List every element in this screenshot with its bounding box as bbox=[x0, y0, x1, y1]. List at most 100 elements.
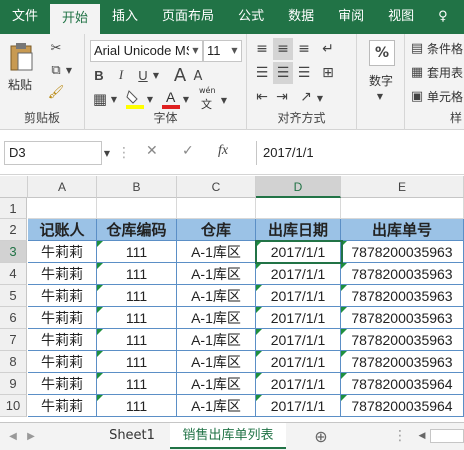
column-header-e[interactable]: E bbox=[341, 176, 464, 198]
tab-formulas[interactable]: 公式 bbox=[226, 0, 276, 34]
table-cell[interactable]: A-1库区 bbox=[177, 263, 256, 285]
table-cell[interactable]: 7878200035964 bbox=[341, 395, 464, 417]
table-header-cell[interactable]: 出库单号 bbox=[341, 219, 464, 241]
table-cell[interactable]: 7878200035963 bbox=[341, 263, 464, 285]
table-cell[interactable]: 2017/1/1 bbox=[256, 285, 341, 307]
table-cell[interactable]: A-1库区 bbox=[177, 373, 256, 395]
column-header-d[interactable]: D bbox=[256, 176, 341, 198]
font-name-input[interactable]: Arial Unicode MS bbox=[90, 40, 190, 62]
insert-function-icon[interactable]: fx bbox=[218, 143, 228, 159]
tab-page-layout[interactable]: 页面布局 bbox=[150, 0, 226, 34]
phonetic-guide-top[interactable]: wén bbox=[199, 86, 216, 95]
paste-button[interactable]: 粘贴 bbox=[8, 76, 32, 93]
chevron-down-icon[interactable]: ▼ bbox=[181, 90, 191, 108]
scroll-left-icon[interactable]: ◀ bbox=[416, 429, 428, 443]
add-sheet-icon[interactable]: ⊕ bbox=[310, 426, 332, 446]
format-as-table-button[interactable]: 套用表 bbox=[427, 64, 463, 81]
tab-tell-me[interactable]: ♀ bbox=[426, 0, 460, 34]
align-right-icon[interactable]: ☰ bbox=[295, 64, 313, 82]
grid-cell[interactable] bbox=[341, 198, 464, 219]
paste-icon[interactable] bbox=[6, 40, 36, 74]
table-cell[interactable]: A-1库区 bbox=[177, 241, 256, 263]
table-cell[interactable]: 2017/1/1 bbox=[256, 373, 341, 395]
align-left-icon[interactable]: ☰ bbox=[253, 64, 271, 82]
row-header-2[interactable]: 2 bbox=[0, 219, 27, 241]
table-header-cell[interactable]: 仓库 bbox=[177, 219, 256, 241]
grid-cell[interactable] bbox=[256, 198, 341, 219]
chevron-down-icon[interactable]: ▼ bbox=[315, 90, 325, 106]
table-cell[interactable]: 牛莉莉 bbox=[28, 285, 97, 307]
align-middle-icon[interactable]: ≡ bbox=[273, 38, 293, 60]
scroll-right-icon[interactable]: ▶ bbox=[24, 427, 38, 445]
row-header-3[interactable]: 3 bbox=[0, 241, 27, 263]
orientation-icon[interactable]: ↗ bbox=[297, 88, 315, 106]
scroll-left-icon[interactable]: ◀ bbox=[6, 427, 20, 445]
table-cell[interactable]: 2017/1/1 bbox=[256, 307, 341, 329]
column-header-c[interactable]: C bbox=[177, 176, 256, 198]
decrease-indent-icon[interactable]: ⇤ bbox=[253, 88, 271, 106]
table-cell[interactable]: A-1库区 bbox=[177, 395, 256, 417]
sheet-tab-sales-outbound[interactable]: 销售出库单列表 bbox=[170, 423, 286, 449]
font-size-up-icon[interactable]: A bbox=[171, 65, 189, 86]
table-header-cell[interactable]: 记账人 bbox=[28, 219, 97, 241]
table-cell[interactable]: 牛莉莉 bbox=[28, 395, 97, 417]
table-cell[interactable]: 7878200035963 bbox=[341, 241, 464, 263]
table-cell[interactable]: A-1库区 bbox=[177, 329, 256, 351]
row-header-4[interactable]: 4 bbox=[0, 263, 27, 285]
chevron-down-icon[interactable]: ▼ bbox=[102, 143, 112, 163]
table-cell[interactable]: 2017/1/1 bbox=[256, 263, 341, 285]
tab-home[interactable]: 开始 bbox=[50, 4, 101, 34]
table-cell[interactable]: 2017/1/1 bbox=[256, 395, 341, 417]
column-header-b[interactable]: B bbox=[97, 176, 177, 198]
align-bottom-icon[interactable]: ≡ bbox=[295, 40, 313, 58]
row-header-5[interactable]: 5 bbox=[0, 285, 27, 307]
table-cell[interactable]: 7878200035963 bbox=[341, 285, 464, 307]
table-cell[interactable]: A-1库区 bbox=[177, 285, 256, 307]
underline-button[interactable]: U bbox=[135, 66, 151, 84]
percent-icon[interactable]: % bbox=[369, 40, 395, 66]
format-painter-icon[interactable]: 🖌 bbox=[48, 84, 65, 100]
font-color-icon[interactable]: A bbox=[161, 88, 181, 110]
row-header-8[interactable]: 8 bbox=[0, 351, 27, 373]
table-cell[interactable]: 牛莉莉 bbox=[28, 351, 97, 373]
row-header-6[interactable]: 6 bbox=[0, 307, 27, 329]
format-as-table-icon[interactable]: ▦ bbox=[409, 64, 425, 80]
chevron-down-icon[interactable]: ▼ bbox=[145, 90, 155, 108]
align-top-icon[interactable]: ≡ bbox=[253, 40, 271, 58]
tab-review[interactable]: 审阅 bbox=[326, 0, 376, 34]
table-cell[interactable]: 牛莉莉 bbox=[28, 329, 97, 351]
wrap-text-icon[interactable]: ↵ bbox=[319, 40, 337, 58]
table-cell[interactable]: 牛莉莉 bbox=[28, 263, 97, 285]
column-header-a[interactable]: A bbox=[28, 176, 97, 198]
tab-file[interactable]: 文件 bbox=[0, 0, 50, 34]
table-header-cell[interactable]: 出库日期 bbox=[256, 219, 341, 241]
cancel-icon[interactable]: ✕ bbox=[146, 143, 158, 159]
copy-icon[interactable]: ⧉ bbox=[48, 62, 64, 78]
enter-icon[interactable]: ✓ bbox=[182, 143, 194, 159]
chevron-down-icon[interactable]: ▼ bbox=[228, 40, 242, 62]
font-size-input[interactable]: 11 bbox=[203, 40, 229, 62]
table-cell[interactable]: 111 bbox=[97, 329, 177, 351]
table-cell[interactable]: 2017/1/1 bbox=[256, 241, 341, 263]
table-cell[interactable]: 牛莉莉 bbox=[28, 307, 97, 329]
conditional-format-icon[interactable]: ▤ bbox=[409, 40, 425, 56]
merge-center-icon[interactable]: ⊞ bbox=[319, 64, 337, 82]
cell-styles-icon[interactable]: ▣ bbox=[409, 88, 425, 104]
table-cell[interactable]: 111 bbox=[97, 351, 177, 373]
font-size-down-icon[interactable]: A bbox=[191, 68, 205, 84]
chevron-down-icon[interactable]: ▼ bbox=[151, 66, 161, 84]
table-cell[interactable]: 111 bbox=[97, 373, 177, 395]
tab-insert[interactable]: 插入 bbox=[100, 0, 150, 34]
bold-button[interactable]: B bbox=[91, 66, 107, 84]
fill-color-icon[interactable] bbox=[125, 88, 145, 110]
table-cell[interactable]: 111 bbox=[97, 285, 177, 307]
row-header-7[interactable]: 7 bbox=[0, 329, 27, 351]
table-cell[interactable]: A-1库区 bbox=[177, 351, 256, 373]
chevron-down-icon[interactable]: ▼ bbox=[109, 90, 119, 108]
tab-data[interactable]: 数据 bbox=[276, 0, 326, 34]
horizontal-scrollbar[interactable] bbox=[430, 429, 464, 443]
row-header-1[interactable]: 1 bbox=[0, 198, 27, 219]
chevron-down-icon[interactable]: ▼ bbox=[189, 40, 203, 62]
table-cell[interactable]: 7878200035963 bbox=[341, 351, 464, 373]
table-header-cell[interactable]: 仓库编码 bbox=[97, 219, 177, 241]
